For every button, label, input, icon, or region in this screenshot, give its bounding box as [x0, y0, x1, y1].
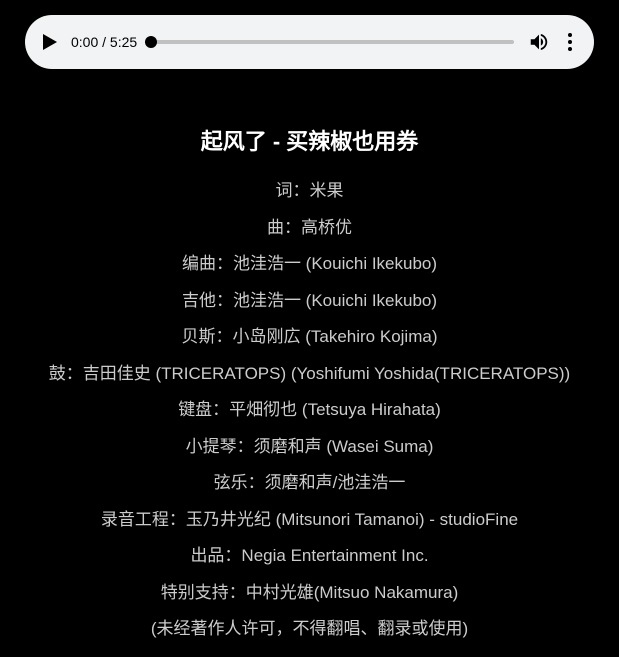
progress-thumb[interactable] — [145, 36, 157, 48]
credit-line: 键盘：平畑彻也 (Tetsuya Hirahata) — [0, 397, 619, 423]
song-title: 起风了 - 买辣椒也用券 — [0, 124, 619, 156]
credits-list: 词：米果曲：高桥优编曲：池洼浩一 (Kouichi Ikekubo) 吉他：池洼浩… — [0, 178, 619, 642]
credit-line: 特别支持：中村光雄(Mitsuo Nakamura) — [0, 580, 619, 606]
credit-line: 出品：Negia Entertainment Inc. — [0, 543, 619, 569]
time-display: 0:00 / 5:25 — [71, 34, 137, 50]
lyrics-credits-panel: 起风了 - 买辣椒也用券 词：米果曲：高桥优编曲：池洼浩一 (Kouichi I… — [0, 84, 619, 642]
credit-line: (未经著作人许可，不得翻唱、翻录或使用) — [0, 616, 619, 642]
volume-icon[interactable] — [528, 31, 550, 53]
progress-bar[interactable] — [151, 40, 514, 44]
credit-line: 贝斯：小岛刚広 (Takehiro Kojima) — [0, 324, 619, 350]
credit-line: 弦乐：须磨和声/池洼浩一 — [0, 470, 619, 496]
kebab-menu-icon[interactable] — [564, 29, 576, 55]
audio-player[interactable]: 0:00 / 5:25 — [25, 15, 594, 69]
credit-line: 鼓：吉田佳史 (TRICERATOPS) (Yoshifumi Yoshida(… — [0, 361, 619, 387]
play-icon[interactable] — [43, 34, 57, 50]
credit-line: 曲：高桥优 — [0, 215, 619, 241]
credit-line: 小提琴：须磨和声 (Wasei Suma) — [0, 434, 619, 460]
credit-line: 吉他：池洼浩一 (Kouichi Ikekubo) — [0, 288, 619, 314]
credit-line: 录音工程：玉乃井光纪 (Mitsunori Tamanoi) - studioF… — [0, 507, 619, 533]
credit-line: 词：米果 — [0, 178, 619, 204]
credit-line: 编曲：池洼浩一 (Kouichi Ikekubo) — [0, 251, 619, 277]
